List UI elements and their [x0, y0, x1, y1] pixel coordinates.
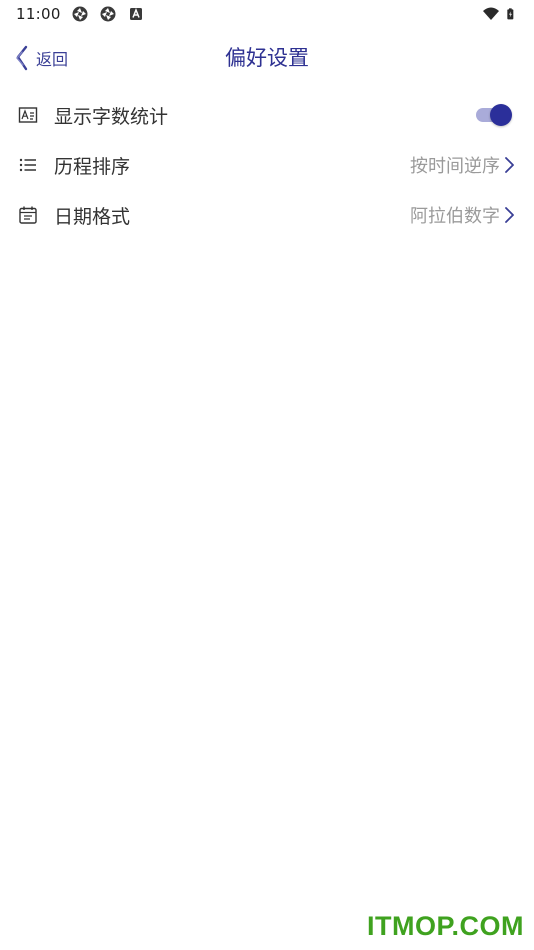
setting-date-format[interactable]: 日期格式 阿拉伯数字	[0, 190, 534, 240]
aperture-icon	[72, 6, 88, 22]
history-order-value: 按时间逆序	[410, 156, 500, 177]
app-header: 返回 偏好设置	[0, 38, 534, 78]
status-left: 11:00	[16, 5, 145, 23]
date-format-value: 阿拉伯数字	[410, 206, 500, 227]
setting-history-order[interactable]: 历程排序 按时间逆序	[0, 140, 534, 190]
chevron-right-icon	[505, 207, 514, 223]
wifi-icon	[483, 7, 499, 20]
status-time: 11:00	[16, 5, 61, 23]
date-format-label: 日期格式	[54, 205, 131, 228]
font-a-icon	[129, 7, 142, 20]
text-box-icon	[18, 107, 38, 123]
page-title: 偏好设置	[225, 46, 309, 70]
history-order-label: 历程排序	[54, 155, 131, 178]
setting-word-count[interactable]: 显示字数统计	[0, 90, 534, 140]
status-bar: 11:00	[0, 0, 534, 28]
toggle-thumb	[490, 104, 512, 126]
watermark-logo: ITMOP.COM	[366, 911, 524, 941]
word-count-toggle[interactable]	[474, 103, 514, 127]
back-arrow-icon	[16, 45, 28, 71]
status-right	[482, 5, 518, 23]
battery-charging-icon	[507, 8, 514, 20]
settings-list: 显示字数统计 历程排序 按时间逆序 日期格式 阿拉伯数字	[0, 90, 534, 240]
list-icon	[19, 158, 36, 172]
back-label: 返回	[36, 50, 69, 69]
chevron-right-icon	[505, 157, 514, 173]
calendar-icon	[19, 206, 37, 224]
back-button[interactable]: 返回	[14, 44, 68, 72]
aperture-icon	[100, 6, 116, 22]
preferences-screen: 11:00 返回 偏好设置 显示字数统计 历程排序 按时间逆序 日期格式 阿拉伯…	[0, 0, 534, 950]
word-count-label: 显示字数统计	[54, 105, 169, 128]
